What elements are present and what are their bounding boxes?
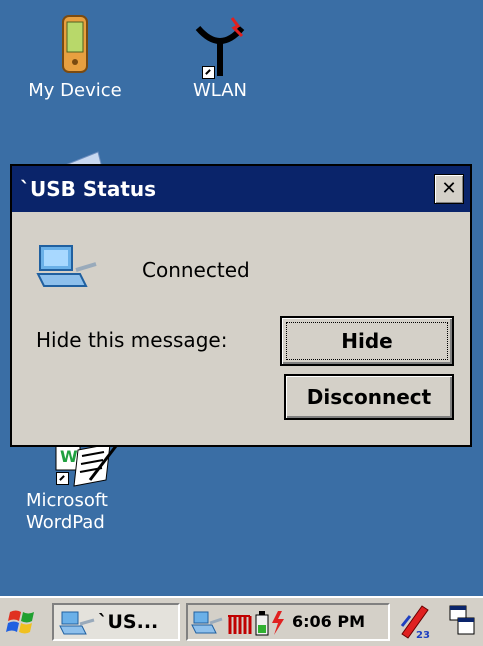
system-tray: 6:06 PM — [186, 603, 390, 641]
usb-connection-icon — [59, 611, 95, 635]
hide-button[interactable]: Hide — [280, 316, 454, 366]
svg-text:W: W — [60, 447, 78, 466]
desktop-icon-wordpad[interactable]: W Microsoft WordPad — [18, 440, 138, 534]
desktop-icon-label: Microsoft — [26, 490, 108, 511]
hide-prompt-label: Hide this message: — [36, 328, 228, 352]
close-button[interactable]: ✕ — [434, 174, 464, 204]
connection-status-text: Connected — [142, 258, 250, 282]
desktop-icon-wlan[interactable]: WLAN — [180, 14, 260, 102]
usb-connection-icon — [36, 245, 97, 287]
dialog-titlebar: `USB Status — [12, 166, 470, 212]
disconnect-button-label: Disconnect — [306, 385, 432, 409]
shortcut-arrow-icon — [56, 472, 69, 485]
signal-strength-icon[interactable] — [226, 610, 252, 636]
svg-text:23: 23 — [416, 630, 430, 640]
taskbar-task-usb-status[interactable]: `US... — [52, 603, 180, 641]
desktop-icon-label: WordPad — [26, 512, 105, 533]
start-windows-flag-icon[interactable] — [6, 604, 40, 638]
usb-connection-icon[interactable] — [190, 610, 224, 636]
usb-status-dialog: `USB Status ✕ Connected Hide this messag… — [10, 164, 472, 447]
input-panel-pen-icon[interactable]: 23 — [396, 602, 432, 640]
desktop-windows-icon[interactable] — [446, 604, 478, 638]
taskbar: `US... 6:06 PM 23 — [0, 596, 483, 646]
antenna-icon — [195, 17, 245, 76]
disconnect-button[interactable]: Disconnect — [284, 374, 454, 420]
taskbar-task-label: `US... — [98, 611, 159, 633]
desktop-icon-my-device[interactable]: My Device — [20, 14, 130, 102]
desktop-icon-label: My Device — [28, 80, 122, 101]
clock[interactable]: 6:06 PM — [292, 612, 365, 631]
pda-icon — [62, 15, 88, 73]
shortcut-arrow-icon — [202, 66, 215, 79]
dialog-title: `USB Status — [20, 177, 157, 201]
hide-button-label: Hide — [341, 329, 393, 353]
close-icon: ✕ — [441, 178, 457, 199]
desktop-icon-label: WLAN — [192, 80, 248, 101]
battery-charging-icon[interactable] — [254, 609, 288, 637]
